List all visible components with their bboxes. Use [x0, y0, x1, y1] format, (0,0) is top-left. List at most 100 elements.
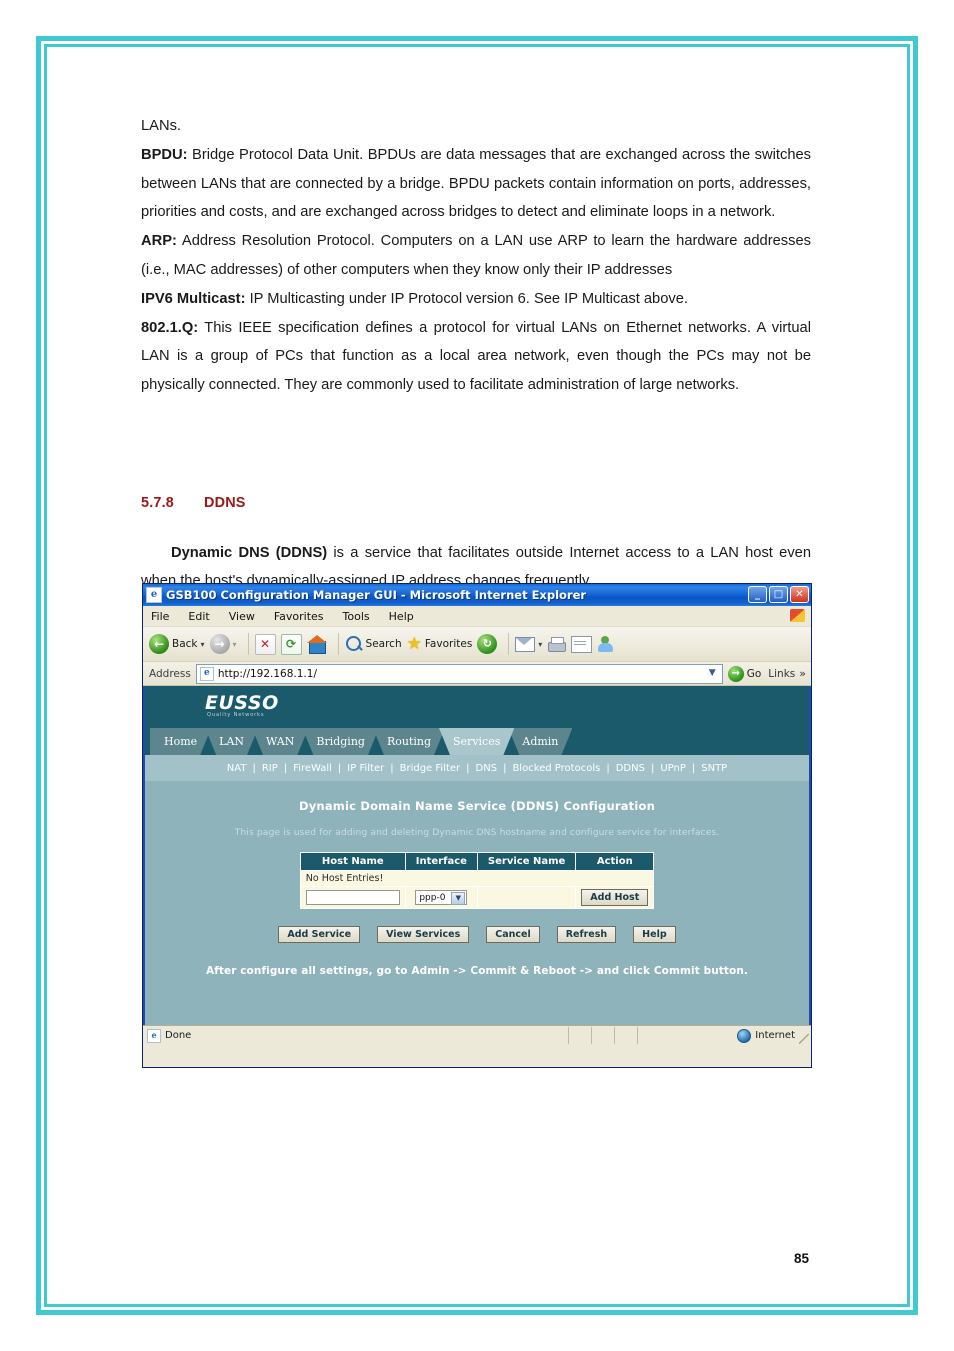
paragraph-text: Bridge Protocol Data Unit. BPDUs are dat… [141, 146, 811, 221]
page-icon: e [199, 666, 214, 681]
favorites-button[interactable]: ★ Favorites [407, 635, 473, 653]
home-icon [306, 635, 327, 654]
stop-button[interactable]: ✕ [254, 633, 276, 655]
subnav-rip[interactable]: RIP [256, 763, 284, 774]
printer-icon [547, 636, 567, 652]
router-sub-nav: NAT | RIP | FireWall | IP Filter | Bridge Fi… [145, 755, 809, 781]
subnav-ip-filter[interactable]: IP Filter [341, 763, 390, 774]
paragraph-bpdu: BPDU: Bridge Protocol Data Unit. BPDUs a… [141, 141, 811, 227]
edit-button[interactable] [571, 635, 593, 653]
go-arrow-icon: → [727, 665, 744, 682]
subnav-blocked-protocols[interactable]: Blocked Protocols [506, 763, 606, 774]
refresh-button[interactable]: Refresh [556, 926, 617, 943]
windows-flag-icon [790, 609, 805, 622]
window-controls: _ □ ✕ [748, 586, 809, 603]
links-chevron-icon[interactable]: » [799, 667, 806, 680]
back-dropdown-icon[interactable]: ▾ [201, 640, 205, 649]
messenger-button[interactable] [597, 636, 615, 652]
maximize-button[interactable]: □ [769, 586, 788, 603]
status-pane [568, 1027, 591, 1044]
tab-wan[interactable]: WAN [252, 728, 308, 755]
help-button[interactable]: Help [633, 926, 676, 943]
menu-help[interactable]: Help [389, 610, 414, 623]
tab-bridging[interactable]: Bridging [302, 728, 379, 755]
browser-statusbar: e Done Internet [143, 1025, 811, 1045]
menu-favorites[interactable]: Favorites [274, 610, 324, 623]
paragraph-text: IP Multicasting under IP Protocol versio… [245, 290, 688, 307]
minimize-button[interactable]: _ [748, 586, 767, 603]
menu-tools[interactable]: Tools [343, 610, 370, 623]
menu-edit[interactable]: Edit [188, 610, 209, 623]
tab-admin[interactable]: Admin [508, 728, 572, 755]
browser-toolbar: ← Back ▾ → ▾ ✕ ⟳ Search ★ Favorites ↻ ▾ [143, 627, 811, 662]
menu-view[interactable]: View [229, 610, 255, 623]
mail-icon [515, 636, 536, 652]
subnav-bridge-filter[interactable]: Bridge Filter [394, 763, 467, 774]
tab-lan[interactable]: LAN [205, 728, 258, 755]
paragraph-ipv6: IPV6 Multicast: IP Multicasting under IP… [141, 285, 811, 314]
tab-services[interactable]: Services [439, 728, 514, 755]
chevron-down-icon[interactable]: ▼ [705, 666, 720, 681]
browser-window-screenshot: e GSB100 Configuration Manager GUI - Mic… [142, 583, 812, 1068]
cancel-button[interactable]: Cancel [486, 926, 540, 943]
host-name-input[interactable] [305, 890, 400, 905]
add-host-button[interactable]: Add Host [581, 889, 649, 906]
back-arrow-icon: ← [149, 634, 169, 654]
term-arp: ARP: [141, 233, 177, 250]
commit-reminder-note: After configure all settings, go to Admi… [205, 965, 749, 977]
tab-home[interactable]: Home [150, 728, 211, 755]
ddns-intro-bold: Dynamic DNS (DDNS) [171, 544, 328, 561]
refresh-button[interactable]: ⟳ [280, 633, 302, 655]
subnav-dns[interactable]: DNS [470, 763, 504, 774]
forward-button[interactable]: → ▾ [209, 634, 237, 654]
term-ipv6-multicast: IPV6 Multicast: [141, 290, 246, 307]
back-label: Back [172, 638, 198, 650]
subnav-upnp[interactable]: UPnP [654, 763, 692, 774]
go-button[interactable]: → Go [727, 665, 761, 682]
paragraph-lans: LANs. [141, 112, 811, 141]
add-service-button[interactable]: Add Service [278, 926, 361, 943]
browser-addressbar: Address e http://192.168.1.1/ ▼ → Go Lin… [143, 662, 811, 686]
chevron-down-icon[interactable]: ▼ [451, 892, 466, 905]
view-services-button[interactable]: View Services [377, 926, 470, 943]
address-input[interactable]: e http://192.168.1.1/ ▼ [195, 663, 723, 684]
home-button[interactable] [306, 635, 327, 654]
toolbar-divider [508, 633, 510, 655]
cell-service-name [476, 886, 577, 909]
tab-routing[interactable]: Routing [373, 728, 445, 755]
history-icon: ↻ [477, 634, 498, 654]
ie-logo-icon: e [146, 587, 162, 603]
subnav-ddns[interactable]: DDNS [610, 763, 651, 774]
security-zone[interactable]: Internet [737, 1027, 795, 1044]
menu-file[interactable]: File [151, 610, 169, 623]
address-url-text: http://192.168.1.1/ [217, 667, 317, 680]
subnav-sntp[interactable]: SNTP [695, 763, 733, 774]
cell-action: Add Host [575, 886, 655, 909]
links-label[interactable]: Links [768, 668, 795, 680]
ddns-page-description: This page is used for adding and deletin… [234, 827, 720, 838]
search-button[interactable]: Search [345, 635, 402, 653]
forward-arrow-icon: → [209, 634, 230, 654]
status-pane [637, 1027, 660, 1044]
term-802-1-q: 802.1.Q: [141, 319, 199, 336]
history-button[interactable]: ↻ [477, 634, 498, 654]
paragraph-text: Address Resolution Protocol. Computers o… [141, 233, 811, 278]
cell-interface: ppp-0 ▼ [404, 886, 478, 909]
subnav-firewall[interactable]: FireWall [287, 763, 338, 774]
section-heading: 5.7.8 DDNS [141, 495, 246, 511]
ddns-action-buttons: Add Service View Services Cancel Refresh… [145, 926, 809, 943]
close-button[interactable]: ✕ [790, 586, 809, 603]
back-button[interactable]: ← Back ▾ [149, 634, 205, 654]
print-button[interactable] [547, 636, 567, 652]
interface-select[interactable]: ppp-0 ▼ [415, 890, 468, 905]
mail-button[interactable]: ▾ [515, 636, 542, 652]
resize-grip[interactable] [799, 1034, 809, 1044]
page-number: 85 [793, 1251, 809, 1266]
table-header-row: Host Name Interface Service Name Action [299, 852, 655, 871]
address-label: Address [149, 667, 191, 680]
mail-dropdown-icon[interactable]: ▾ [538, 640, 542, 649]
subnav-nat[interactable]: NAT [221, 763, 253, 774]
search-label: Search [365, 638, 402, 650]
stop-icon: ✕ [254, 633, 276, 655]
search-icon [345, 635, 363, 653]
